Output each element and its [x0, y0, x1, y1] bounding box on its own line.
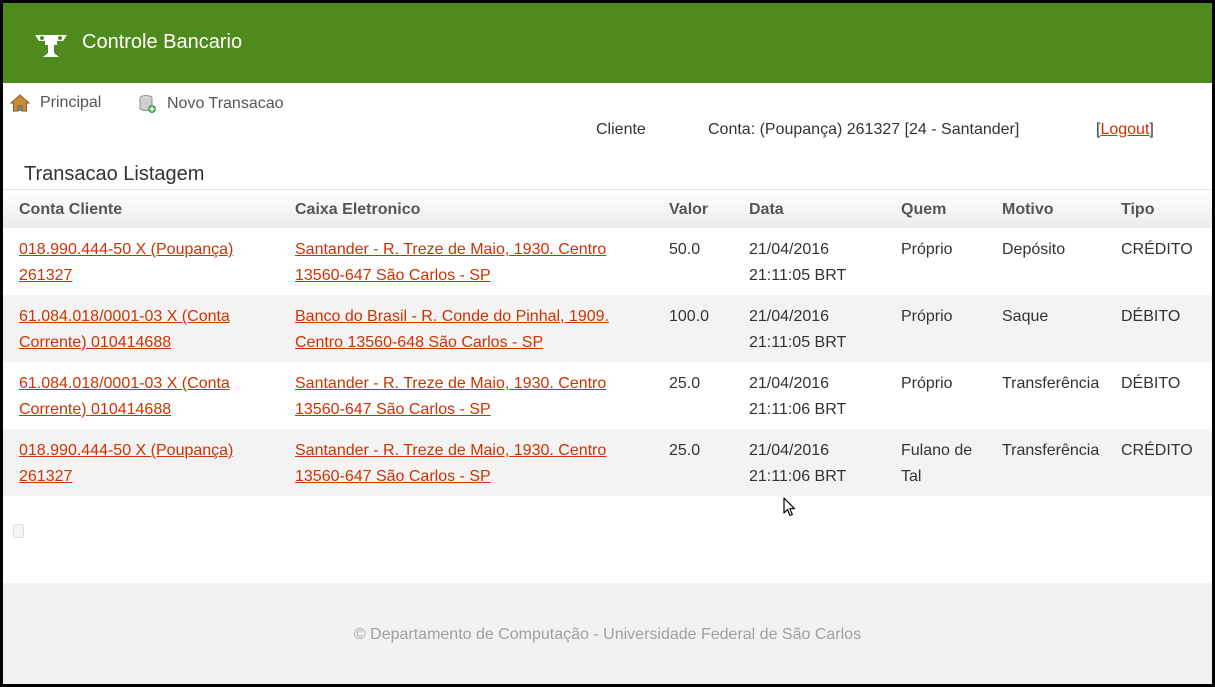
data-cell: 21/04/2016 21:11:06 BRT — [749, 442, 847, 485]
quem-cell: Próprio — [901, 308, 953, 325]
table-row: 61.084.018/0001-03 X (Conta Corrente) 01… — [3, 295, 1212, 362]
nav-principal-link[interactable]: Principal — [10, 94, 101, 112]
home-icon — [10, 94, 30, 112]
table-row: 018.990.444-50 X (Poupança) 261327 Santa… — [3, 429, 1212, 496]
table-header: Conta Cliente Caixa Eletronico Valor Dat… — [3, 190, 1212, 228]
valor-cell: 50.0 — [669, 241, 701, 258]
valor-cell: 100.0 — [669, 308, 710, 325]
data-cell: 21/04/2016 21:11:05 BRT — [749, 241, 847, 284]
column-header-quem[interactable]: Quem — [901, 201, 991, 219]
caixa-eletronico-link[interactable]: Santander - R. Treze de Maio, 1930. Cent… — [295, 371, 640, 422]
nav-principal-label: Principal — [40, 94, 102, 111]
conta-cliente-link[interactable]: 018.990.444-50 X (Poupança) 261327 — [19, 438, 269, 489]
page-title: Transacao Listagem — [24, 163, 205, 185]
motivo-cell: Transferência — [1002, 375, 1100, 392]
table-row: 018.990.444-50 X (Poupança) 261327 Santa… — [3, 228, 1212, 295]
browser-viewport: Controle Bancario Principal Novo Transac… — [3, 3, 1212, 684]
column-header-conta-cliente[interactable]: Conta Cliente — [19, 201, 269, 219]
valor-cell: 25.0 — [669, 375, 701, 392]
logout-link[interactable]: Logout — [1100, 121, 1149, 138]
logout-bracket-close: ] — [1149, 121, 1154, 138]
quem-cell: Próprio — [901, 375, 953, 392]
tipo-cell: DÉBITO — [1121, 308, 1181, 325]
nav-novo-transacao-label: Novo Transacao — [167, 95, 284, 112]
conta-cliente-link[interactable]: 61.084.018/0001-03 X (Conta Corrente) 01… — [19, 371, 269, 422]
valor-cell: 25.0 — [669, 442, 701, 459]
page-footer: © Departamento de Computação - Universid… — [3, 583, 1212, 684]
data-cell: 21/04/2016 21:11:06 BRT — [749, 375, 847, 418]
column-header-tipo[interactable]: Tipo — [1121, 201, 1211, 219]
app-header: Controle Bancario — [3, 3, 1212, 83]
pagination-icon — [13, 524, 24, 538]
conta-cliente-link[interactable]: 018.990.444-50 X (Poupança) 261327 — [19, 237, 269, 288]
column-header-motivo[interactable]: Motivo — [1002, 201, 1114, 219]
motivo-cell: Saque — [1002, 308, 1049, 325]
caixa-eletronico-link[interactable]: Banco do Brasil - R. Conde do Pinhal, 19… — [295, 304, 640, 355]
nav-novo-transacao-link[interactable]: Novo Transacao — [137, 94, 284, 114]
tipo-cell: DÉBITO — [1121, 375, 1181, 392]
caixa-eletronico-link[interactable]: Santander - R. Treze de Maio, 1930. Cent… — [295, 237, 640, 288]
column-header-data[interactable]: Data — [749, 201, 879, 219]
tipo-cell: CRÉDITO — [1121, 442, 1193, 459]
new-record-icon — [139, 95, 156, 113]
quem-cell: Fulano de Tal — [901, 442, 973, 485]
tipo-cell: CRÉDITO — [1121, 241, 1193, 258]
logout-wrapper: [Logout] — [1096, 121, 1154, 139]
table-row: 61.084.018/0001-03 X (Conta Corrente) 01… — [3, 362, 1212, 429]
account-info: Conta: (Poupança) 261327 [24 - Santander… — [708, 121, 1020, 138]
quem-cell: Próprio — [901, 241, 953, 258]
user-role-label: Cliente — [596, 121, 646, 138]
caixa-eletronico-link[interactable]: Santander - R. Treze de Maio, 1930. Cent… — [295, 438, 640, 489]
conta-cliente-link[interactable]: 61.084.018/0001-03 X (Conta Corrente) 01… — [19, 304, 269, 355]
footer-copyright: © Departamento de Computação - Universid… — [353, 626, 862, 643]
bank-logo-icon — [35, 35, 67, 57]
motivo-cell: Depósito — [1002, 241, 1066, 258]
motivo-cell: Transferência — [1002, 442, 1100, 459]
mouse-cursor-icon — [783, 497, 796, 517]
column-header-valor[interactable]: Valor — [669, 201, 739, 219]
app-title: Controle Bancario — [82, 31, 243, 53]
column-header-caixa-eletronico[interactable]: Caixa Eletronico — [295, 201, 640, 219]
data-cell: 21/04/2016 21:11:05 BRT — [749, 308, 847, 351]
